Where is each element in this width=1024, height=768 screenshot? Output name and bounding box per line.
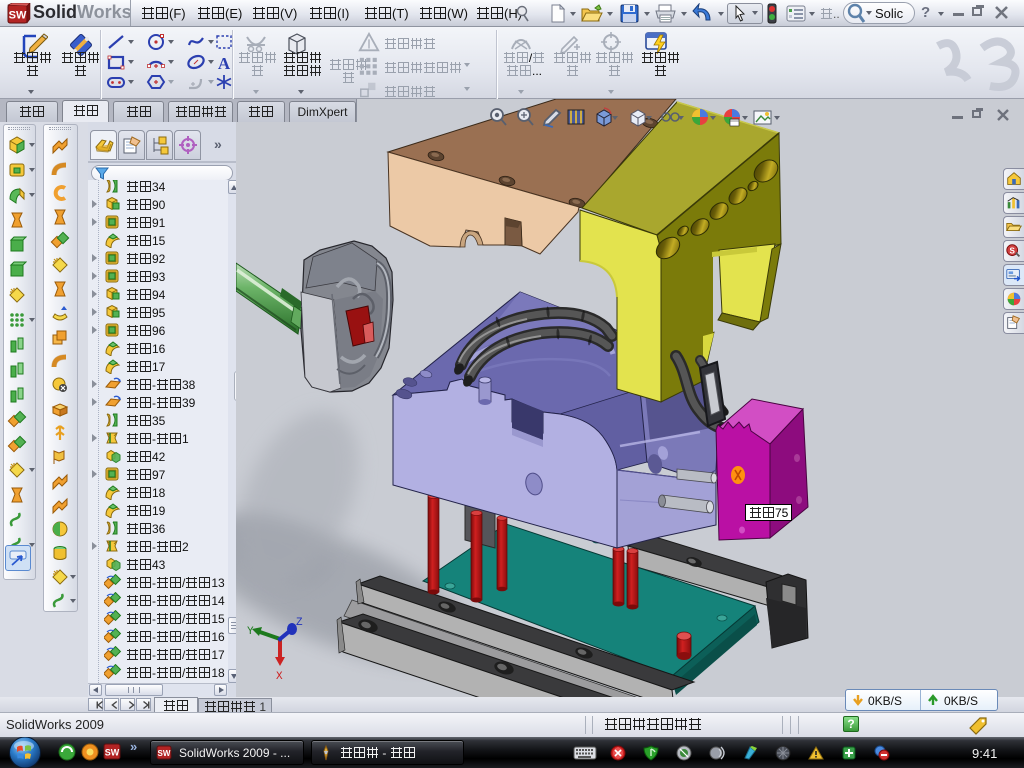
svg-text:X: X [276,671,283,683]
svg-text:Z: Z [296,617,303,629]
svg-text:S: S [1010,247,1016,256]
svg-text:Y: Y [247,626,254,638]
svg-text:SW: SW [105,748,120,758]
svg-text:SW: SW [158,749,171,758]
